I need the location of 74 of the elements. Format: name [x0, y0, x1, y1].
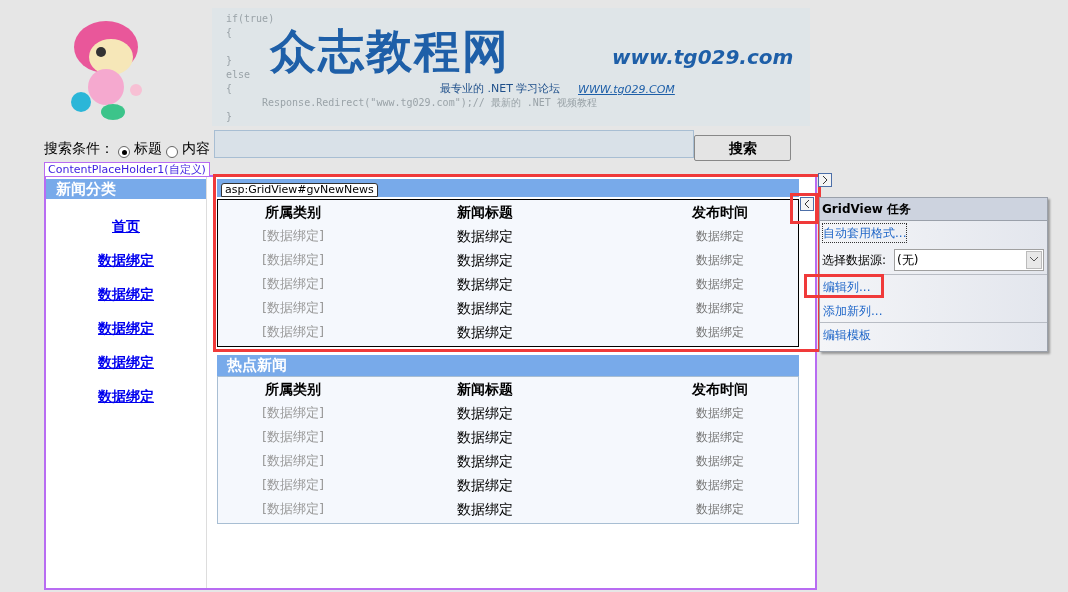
- site-title: 众志教程网: [270, 28, 510, 74]
- table-cell-text: 数据绑定: [456, 226, 514, 246]
- panel-title: GridView 任务: [820, 198, 1047, 221]
- code-line: {: [226, 82, 233, 96]
- table-cell-text: 数据绑定: [695, 252, 745, 269]
- chevron-left-icon[interactable]: [800, 197, 814, 211]
- code-line: else: [226, 68, 251, 82]
- table-cell-text: 数据绑定: [695, 300, 745, 317]
- table-cell-text: 数据绑定: [695, 228, 745, 245]
- sidebar-link[interactable]: 数据绑定: [98, 284, 154, 304]
- column-header: 新闻标题: [456, 379, 514, 399]
- column-header: 发布时间: [691, 202, 749, 222]
- code-line: }: [226, 54, 233, 68]
- code-line: if(true): [226, 12, 275, 26]
- sidebar-title: 新闻分类: [46, 179, 206, 199]
- table-cell-text: 数据绑定: [456, 499, 514, 519]
- table-cell-text: 数据绑定: [695, 324, 745, 341]
- table-cell-text: [数据绑定]: [260, 452, 326, 471]
- table-cell-text: [数据绑定]: [260, 428, 326, 447]
- task-link[interactable]: 编辑列...: [822, 277, 872, 297]
- search-label: 搜索条件：: [44, 139, 114, 158]
- sidebar-link[interactable]: 数据绑定: [98, 250, 154, 270]
- chevron-right-icon[interactable]: [818, 173, 832, 187]
- column-header: 所属类别: [264, 379, 322, 399]
- radio-label: 内容: [182, 139, 210, 158]
- task-link[interactable]: 编辑模板: [822, 325, 872, 345]
- small-url: WWW.tg029.COM: [578, 82, 675, 98]
- chevron-down-icon: [1030, 257, 1039, 262]
- search-button[interactable]: 搜索: [694, 135, 791, 161]
- designer-tag: asp:GridView#gvNewNews: [221, 183, 378, 197]
- radio-label: 标题: [134, 139, 162, 158]
- column-header: 发布时间: [691, 379, 749, 399]
- site-url: www.tg029.com: [612, 44, 794, 71]
- radio-button[interactable]: [166, 146, 178, 158]
- slogan: 最专业的 .NET 学习论坛: [440, 81, 561, 97]
- column-header: 所属类别: [264, 202, 322, 222]
- table-cell-text: [数据绑定]: [260, 323, 326, 342]
- column-header: 新闻标题: [456, 202, 514, 222]
- task-link[interactable]: 自动套用格式...: [822, 223, 908, 243]
- table-cell-text: 数据绑定: [456, 427, 514, 447]
- table-cell-text: [数据绑定]: [260, 299, 326, 318]
- table-cell-text: [数据绑定]: [260, 500, 326, 519]
- sidebar-link[interactable]: 数据绑定: [98, 352, 154, 372]
- grid-title: 热点新闻: [217, 355, 799, 376]
- table-cell-text: 数据绑定: [456, 451, 514, 471]
- radio-button[interactable]: [118, 146, 130, 158]
- table-cell-text: 数据绑定: [456, 403, 514, 423]
- table-cell-text: [数据绑定]: [260, 404, 326, 423]
- placeholder-tag: ContentPlaceHolder1(自定义): [44, 162, 210, 177]
- task-link[interactable]: 添加新列...: [822, 300, 884, 321]
- sidebar-link[interactable]: 数据绑定: [98, 318, 154, 338]
- sidebar-link[interactable]: 数据绑定: [98, 386, 154, 406]
- table-cell-text: 数据绑定: [695, 453, 745, 470]
- field-label: 选择数据源:: [822, 251, 887, 269]
- code-line: {: [226, 26, 233, 40]
- table-cell-text: [数据绑定]: [260, 275, 326, 294]
- table-cell-text: [数据绑定]: [260, 476, 326, 495]
- table-cell-text: 数据绑定: [456, 475, 514, 495]
- table-cell-text: 数据绑定: [456, 322, 514, 342]
- data-source-dropdown[interactable]: (无): [894, 248, 1045, 271]
- table-cell-text: [数据绑定]: [260, 251, 326, 270]
- sidebar-link[interactable]: 首页: [112, 216, 140, 236]
- table-cell-text: [数据绑定]: [260, 227, 326, 246]
- table-cell-text: 数据绑定: [456, 274, 514, 294]
- table-cell-text: 数据绑定: [695, 405, 745, 422]
- table-cell-text: 数据绑定: [456, 298, 514, 318]
- table-cell-text: 数据绑定: [456, 250, 514, 270]
- table-cell-text: 数据绑定: [695, 477, 745, 494]
- table-cell-text: 数据绑定: [695, 276, 745, 293]
- code-line: }: [226, 110, 233, 124]
- table-cell-text: 数据绑定: [695, 501, 745, 518]
- code-line: Response.Redirect("www.tg029.com");// 最新的 .NET 视频教程: [262, 96, 597, 110]
- search-field[interactable]: [214, 130, 694, 158]
- table-cell-text: 数据绑定: [695, 429, 745, 446]
